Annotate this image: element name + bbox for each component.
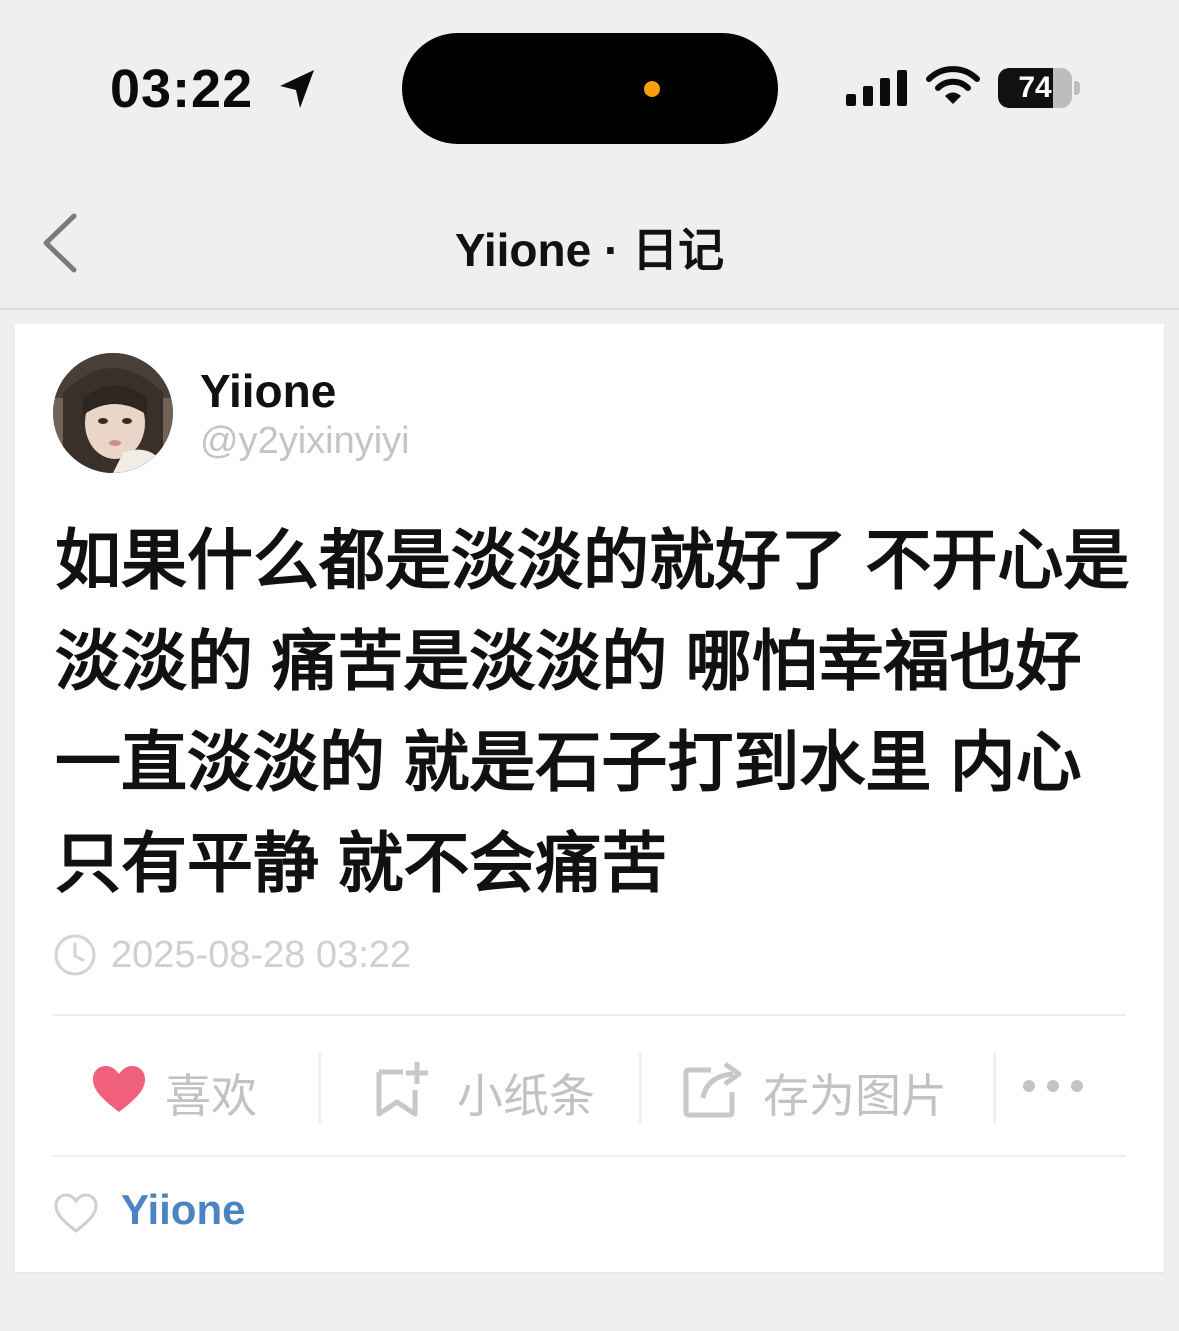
action-bar: 喜欢 小纸条 存为图片 — [53, 1042, 1126, 1132]
status-bar: 03:22 74 — [0, 0, 1179, 180]
nav-divider — [0, 308, 1179, 310]
heart-filled-icon — [93, 1066, 145, 1112]
liker-name[interactable]: Yiione — [121, 1186, 245, 1234]
battery-cap — [1074, 81, 1080, 95]
battery-body: 74 — [998, 68, 1072, 108]
battery-indicator: 74 — [998, 68, 1082, 108]
post-body: 如果什么都是淡淡的就好了 不开心是淡淡的 痛苦是淡淡的 哪怕幸福也好一直淡淡的 … — [55, 523, 1130, 900]
more-dots-icon — [1023, 1080, 1083, 1092]
battery-percent: 74 — [1018, 71, 1052, 104]
note-button[interactable]: 小纸条 — [375, 1042, 615, 1132]
avatar-photo — [53, 353, 173, 473]
action-separator — [318, 1052, 321, 1124]
save-image-label: 存为图片 — [763, 1070, 947, 1122]
nav-bar: Yiione · 日记 — [0, 180, 1179, 308]
action-separator — [993, 1052, 996, 1124]
bookmark-add-icon — [376, 1062, 428, 1117]
more-button[interactable] — [1021, 1042, 1101, 1132]
post-timestamp: 2025-08-28 03:22 — [111, 934, 412, 976]
location-arrow-icon — [280, 70, 314, 108]
author-handle[interactable]: @y2yixinyiyi — [200, 420, 410, 463]
page-title: Yiione · 日记 — [454, 224, 725, 276]
wifi-icon — [926, 66, 980, 104]
clock-icon — [54, 934, 96, 976]
like-label: 喜欢 — [165, 1070, 257, 1122]
privacy-indicator-dot — [644, 81, 660, 97]
dynamic-island — [402, 33, 778, 144]
status-time: 03:22 — [110, 59, 254, 119]
share-export-icon — [683, 1061, 742, 1118]
divider — [53, 1155, 1126, 1157]
like-button[interactable]: 喜欢 — [91, 1042, 291, 1132]
action-separator — [639, 1052, 642, 1124]
divider — [53, 1014, 1126, 1016]
note-label: 小纸条 — [457, 1070, 595, 1122]
post-card: Yiione @y2yixinyiyi 如果什么都是淡淡的就好了 不开心是淡淡的… — [15, 324, 1164, 1272]
avatar[interactable] — [53, 353, 173, 473]
cellular-signal-icon — [846, 70, 907, 106]
save-image-button[interactable]: 存为图片 — [683, 1042, 973, 1132]
heart-outline-icon — [54, 1193, 98, 1233]
author-name[interactable]: Yiione — [200, 364, 336, 418]
